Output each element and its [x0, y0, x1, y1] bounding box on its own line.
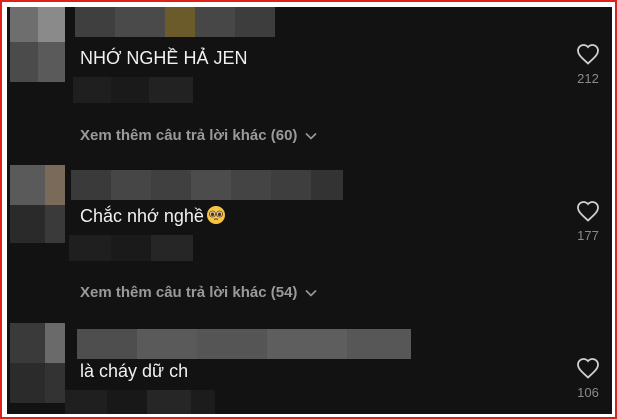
like-count: 177 — [577, 228, 599, 243]
screenshot-frame: NHỚ NGHỀ HẢ JEN 212 Xem thêm câu trả lời… — [0, 0, 617, 419]
like-button[interactable]: 106 — [568, 357, 608, 400]
avatar[interactable] — [10, 7, 65, 82]
comment-text: là cháy dữ ch — [80, 361, 189, 381]
heart-outline-icon — [577, 44, 599, 65]
comments-panel: NHỚ NGHỀ HẢ JEN 212 Xem thêm câu trả lời… — [7, 7, 612, 414]
like-count: 106 — [577, 385, 599, 400]
view-more-replies-button[interactable]: Xem thêm câu trả lời khác (60) — [80, 127, 317, 144]
heart-outline-icon — [577, 358, 599, 379]
comment-text: Chắc nhớ nghề — [80, 205, 226, 230]
heart-outline-icon — [577, 201, 599, 222]
comment-meta — [73, 77, 193, 103]
comment-text: NHỚ NGHỀ HẢ JEN — [80, 48, 248, 68]
comment-meta — [65, 390, 215, 414]
view-more-replies-button[interactable]: Xem thêm câu trả lời khác (54) — [80, 284, 317, 301]
like-count: 212 — [577, 71, 599, 86]
chevron-down-icon — [305, 289, 317, 297]
like-button[interactable]: 177 — [568, 200, 608, 243]
username[interactable] — [77, 329, 411, 359]
username[interactable] — [71, 170, 343, 200]
pleading-face-emoji — [206, 205, 226, 230]
like-button[interactable]: 212 — [568, 43, 608, 86]
avatar[interactable] — [10, 165, 65, 243]
chevron-down-icon — [305, 132, 317, 140]
avatar[interactable] — [10, 323, 65, 403]
comment-meta — [69, 235, 193, 261]
username[interactable] — [75, 7, 275, 37]
